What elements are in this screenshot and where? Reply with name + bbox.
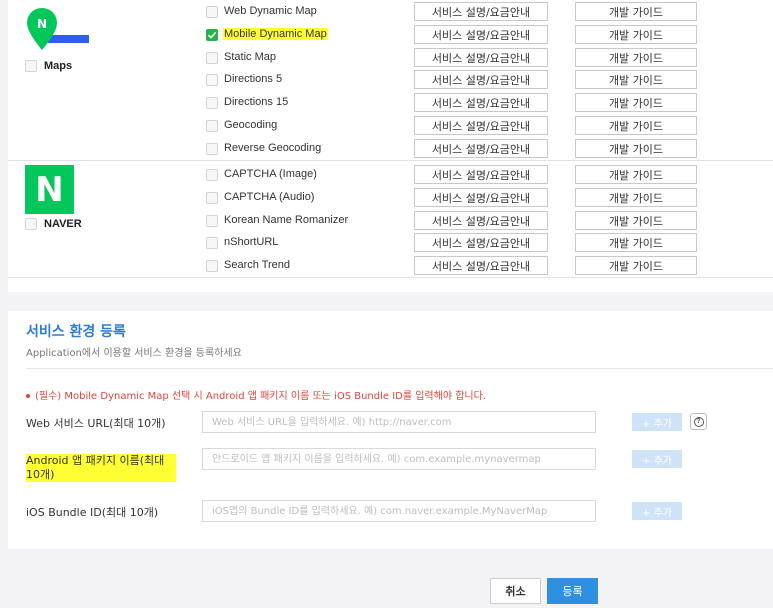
api-row-static-map: Static Map 서비스 설명/요금안내 개발 가이드 [206,47,766,69]
service-environment-panel: 서비스 환경 등록 Application에서 이용할 서비스 환경을 등록하세… [8,311,773,549]
checkbox-checked[interactable] [206,29,218,41]
question-icon: ? [693,416,704,427]
dev-guide-button[interactable]: 개발 가이드 [575,165,697,184]
api-name: Reverse Geocoding [224,142,322,154]
checkbox[interactable] [25,60,37,72]
cancel-button[interactable]: 취소 [490,578,541,604]
dev-guide-button[interactable]: 개발 가이드 [575,188,697,207]
divider [26,368,773,369]
api-name: CAPTCHA (Audio) [224,191,315,203]
check-icon [207,31,217,39]
maps-group-checkbox[interactable]: Maps [25,60,72,72]
service-description-button[interactable]: 서비스 설명/요금안내 [414,233,548,252]
add-android-package-button[interactable]: + 추가 [632,450,682,468]
add-ios-bundle-button[interactable]: + 추가 [632,502,682,520]
service-description-button[interactable]: 서비스 설명/요금안내 [414,116,548,135]
web-url-input[interactable] [202,411,596,433]
service-description-button[interactable]: 서비스 설명/요금안내 [414,70,548,89]
ios-bundle-input[interactable] [202,500,596,522]
api-row-web-dynamic-map: Web Dynamic Map 서비스 설명/요금안내 개발 가이드 [206,1,766,23]
naver-group-label: NAVER [44,218,82,230]
register-button[interactable]: 등록 [547,578,598,604]
api-name: Search Trend [224,259,291,271]
api-row-mobile-dynamic-map: Mobile Dynamic Map 서비스 설명/요금안내 개발 가이드 [206,24,766,46]
api-name: Web Dynamic Map [224,5,317,17]
service-description-button[interactable]: 서비스 설명/요금안내 [414,139,548,158]
checkbox[interactable] [206,260,218,272]
maps-group-label: Maps [44,60,73,72]
checkbox[interactable] [25,218,37,230]
service-description-button[interactable]: 서비스 설명/요금안내 [414,2,548,21]
dev-guide-button[interactable]: 개발 가이드 [575,211,697,230]
dev-guide-button[interactable]: 개발 가이드 [575,233,697,252]
section-subtitle: Application에서 이용할 서비스 환경을 등록하세요 [26,348,242,359]
api-name: Mobile Dynamic Map [223,28,328,40]
required-notice-text: (필수) Mobile Dynamic Map 선택 시 Android 앱 패… [35,391,486,402]
api-name: Directions 15 [224,96,289,108]
required-notice: (필수) Mobile Dynamic Map 선택 시 Android 앱 패… [26,387,486,402]
service-description-button[interactable]: 서비스 설명/요금안내 [414,256,548,275]
api-row-search-trend: Search Trend 서비스 설명/요금안내 개발 가이드 [206,255,766,277]
help-button[interactable]: ? [690,413,707,430]
service-description-button[interactable]: 서비스 설명/요금안내 [414,48,548,67]
api-name: Static Map [224,51,276,63]
checkbox[interactable] [206,52,218,64]
api-name: Geocoding [224,119,278,131]
checkbox[interactable] [206,169,218,181]
dev-guide-button[interactable]: 개발 가이드 [575,48,697,67]
checkbox[interactable] [206,6,218,18]
service-description-button[interactable]: 서비스 설명/요금안내 [414,165,548,184]
api-row-directions-15: Directions 15 서비스 설명/요금안내 개발 가이드 [206,92,766,114]
section-title: 서비스 환경 등록 [26,324,126,340]
checkbox[interactable] [206,215,218,227]
dev-guide-button[interactable]: 개발 가이드 [575,70,697,89]
checkbox[interactable] [206,97,218,109]
add-web-url-button[interactable]: + 추가 [632,413,682,431]
naver-logo: N [25,165,74,214]
checkbox[interactable] [206,237,218,249]
api-name: Korean Name Romanizer [224,214,349,226]
service-description-button[interactable]: 서비스 설명/요금안내 [414,188,548,207]
svg-text:N: N [37,17,47,31]
dev-guide-button[interactable]: 개발 가이드 [575,116,697,135]
api-name: CAPTCHA (Image) [224,168,317,180]
checkbox[interactable] [206,192,218,204]
dev-guide-button[interactable]: 개발 가이드 [575,256,697,275]
bullet-icon [26,394,30,398]
api-name: Directions 5 [224,73,283,85]
web-url-label: Web 서비스 URL(최대 10개) [26,417,166,430]
dev-guide-button[interactable]: 개발 가이드 [575,25,697,44]
api-row-korean-name-romanizer: Korean Name Romanizer 서비스 설명/요금안내 개발 가이드 [206,210,766,232]
api-row-captcha-image: CAPTCHA (Image) 서비스 설명/요금안내 개발 가이드 [206,164,766,186]
naver-maps-logo: N [27,8,89,50]
api-row-captcha-audio: CAPTCHA (Audio) 서비스 설명/요금안내 개발 가이드 [206,187,766,209]
naver-group-checkbox[interactable]: NAVER [25,218,82,230]
service-description-button[interactable]: 서비스 설명/요금안내 [414,25,548,44]
maps-api-group: N Maps Web Dynamic Map 서비스 설명/요금안내 개발 가이… [8,0,773,161]
android-package-input[interactable] [202,448,596,470]
ios-bundle-label: iOS Bundle ID(최대 10개) [26,506,159,519]
api-row-reverse-geocoding: Reverse Geocoding 서비스 설명/요금안내 개발 가이드 [206,138,766,160]
api-name: nShortURL [224,236,279,248]
checkbox[interactable] [206,74,218,86]
api-row-directions-5: Directions 5 서비스 설명/요금안내 개발 가이드 [206,69,766,91]
dev-guide-button[interactable]: 개발 가이드 [575,2,697,21]
checkbox[interactable] [206,120,218,132]
dev-guide-button[interactable]: 개발 가이드 [575,93,697,112]
api-row-nshorturl: nShortURL 서비스 설명/요금안내 개발 가이드 [206,232,766,254]
api-row-geocoding: Geocoding 서비스 설명/요금안내 개발 가이드 [206,115,766,137]
checkbox[interactable] [206,143,218,155]
naver-api-group: N NAVER CAPTCHA (Image) 서비스 설명/요금안내 개발 가… [8,162,773,278]
dev-guide-button[interactable]: 개발 가이드 [575,139,697,158]
service-description-button[interactable]: 서비스 설명/요금안내 [414,93,548,112]
service-description-button[interactable]: 서비스 설명/요금안내 [414,211,548,230]
api-selection-panel: N Maps Web Dynamic Map 서비스 설명/요금안내 개발 가이… [8,0,773,292]
naver-logo-letter: N [35,169,64,210]
android-package-label: Android 앱 패키지 이름(최대 10개) [26,454,176,482]
